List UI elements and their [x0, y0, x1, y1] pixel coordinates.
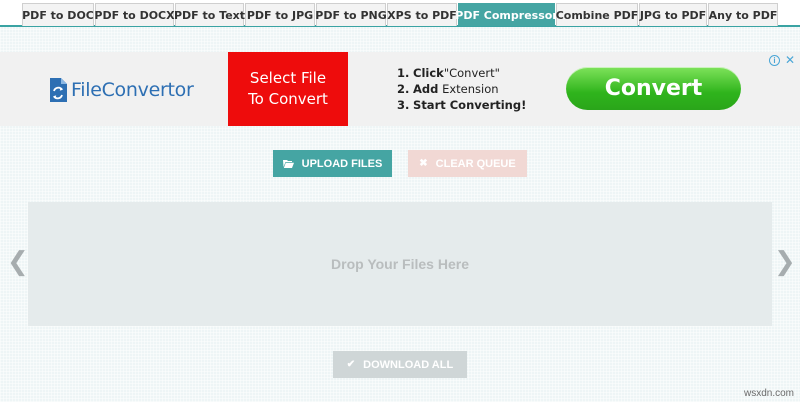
- file-convertor-logo-icon: [50, 78, 67, 102]
- ad-step-3-num: 3.: [397, 98, 410, 112]
- watermark-text: wsxdn.com: [743, 388, 794, 399]
- ad-step-2-text: Extension: [442, 82, 499, 96]
- tab-jpg-to-pdf[interactable]: JPG to PDF: [639, 3, 707, 26]
- ad-step-2: 2. Add Extension: [397, 81, 526, 97]
- ad-step-1: 1. Click"Convert": [397, 65, 526, 81]
- ad-logo[interactable]: FileConvertor: [48, 76, 194, 104]
- ad-logo-text: FileConvertor: [71, 79, 194, 101]
- drop-zone-text: Drop Your Files Here: [331, 256, 469, 272]
- check-icon: ✔: [346, 359, 356, 370]
- file-drop-zone[interactable]: Drop Your Files Here: [28, 202, 772, 326]
- download-all-button[interactable]: ✔ DOWNLOAD ALL: [333, 351, 467, 378]
- tab-xps-to-pdf[interactable]: XPS to PDF: [387, 3, 457, 26]
- ad-steps-list: 1. Click"Convert" 2. Add Extension 3. St…: [397, 65, 526, 113]
- tab-any-to-pdf[interactable]: Any to PDF: [708, 3, 778, 26]
- upload-files-label: UPLOAD FILES: [301, 157, 383, 170]
- close-icon: ✖: [419, 158, 428, 169]
- tab-pdf-to-text[interactable]: PDF to Text: [174, 3, 245, 26]
- ad-banner[interactable]: FileConvertor Select File To Convert 1. …: [0, 52, 800, 126]
- ad-convert-button[interactable]: Convert: [566, 67, 741, 110]
- ad-step-1-text: "Convert": [443, 66, 500, 80]
- ad-step-3-bold: Start Converting!: [413, 98, 527, 112]
- tab-pdf-compressor[interactable]: PDF Compressor: [455, 3, 558, 26]
- ad-select-file-line1: Select File: [249, 69, 327, 87]
- folder-open-icon: [282, 160, 294, 168]
- tab-pdf-to-jpg[interactable]: PDF to JPG: [245, 3, 315, 26]
- ad-select-file-button[interactable]: Select File To Convert: [228, 52, 348, 126]
- next-arrow-icon[interactable]: ❯: [774, 247, 796, 277]
- ad-close-icon[interactable]: ✕: [785, 54, 795, 66]
- download-all-label: DOWNLOAD ALL: [363, 358, 454, 371]
- ad-step-3: 3. Start Converting!: [397, 97, 526, 113]
- converter-panel: FileConvertor Select File To Convert 1. …: [0, 27, 800, 402]
- tool-tabs-bar: PDF to DOC PDF to DOCX PDF to Text PDF t…: [0, 0, 800, 27]
- ad-step-1-num: 1.: [397, 66, 410, 80]
- ad-select-file-line2: To Convert: [248, 90, 328, 108]
- ad-step-2-bold: Add: [413, 82, 439, 96]
- upload-files-button[interactable]: UPLOAD FILES: [273, 150, 392, 177]
- clear-queue-button[interactable]: ✖ CLEAR QUEUE: [408, 150, 527, 177]
- ad-step-1-bold: Click: [413, 66, 444, 80]
- ad-info-icon[interactable]: i: [769, 55, 780, 66]
- tab-pdf-to-doc[interactable]: PDF to DOC: [22, 3, 94, 26]
- tab-pdf-to-png[interactable]: PDF to PNG: [315, 3, 387, 26]
- tab-combine-pdf[interactable]: Combine PDF: [556, 3, 638, 26]
- clear-queue-label: CLEAR QUEUE: [435, 157, 516, 170]
- prev-arrow-icon[interactable]: ❮: [7, 247, 29, 277]
- tab-pdf-to-docx[interactable]: PDF to DOCX: [94, 3, 175, 26]
- ad-step-2-num: 2.: [397, 82, 410, 96]
